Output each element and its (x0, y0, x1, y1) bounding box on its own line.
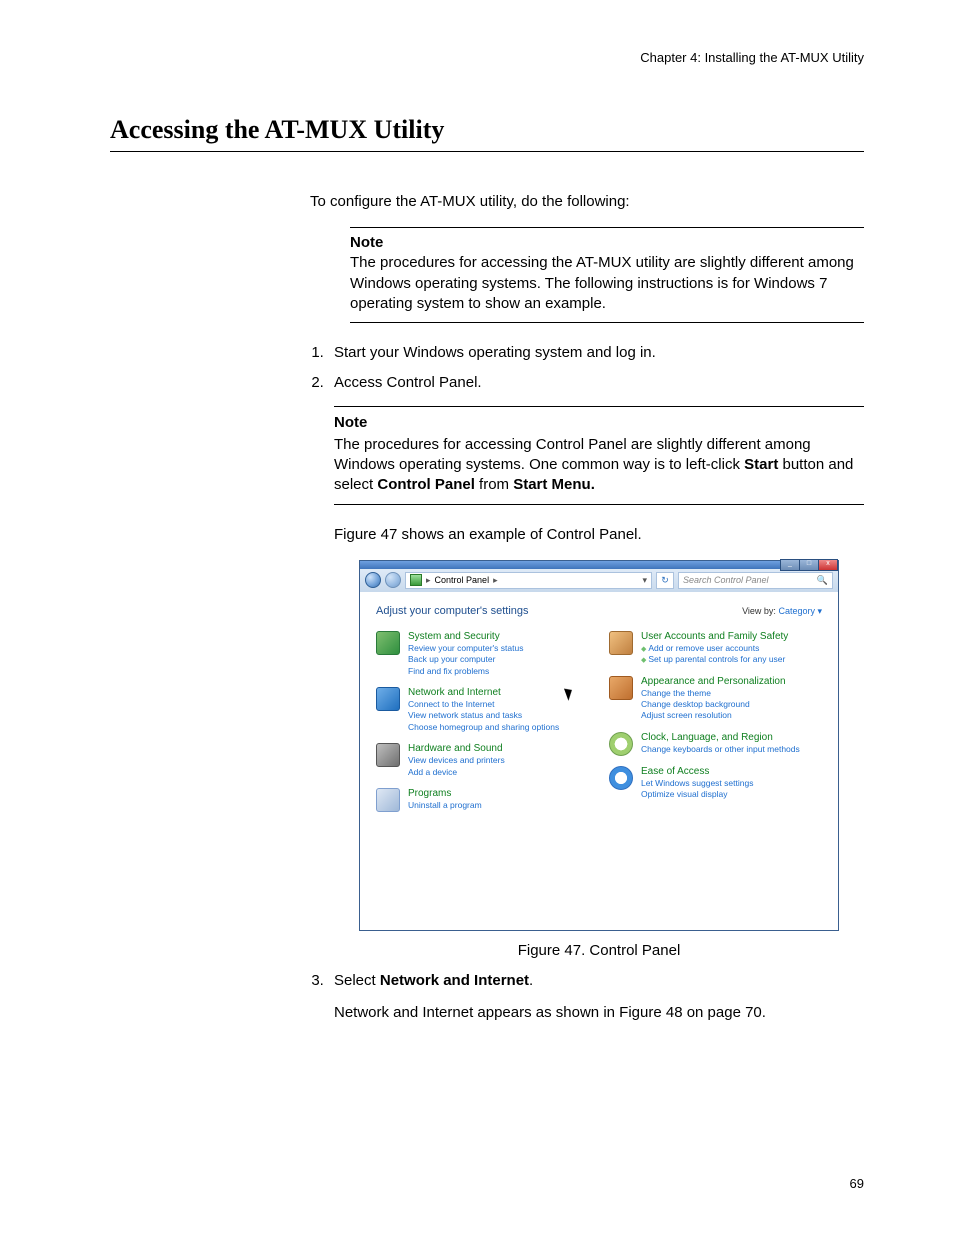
category-system-security[interactable]: System and Security Review your computer… (376, 631, 589, 677)
address-bar[interactable]: ▸ Control Panel ▸ ▾ (405, 572, 652, 589)
close-button[interactable]: x (818, 559, 838, 571)
maximize-button[interactable]: □ (799, 559, 819, 571)
step-2: Access Control Panel. Note The procedure… (328, 373, 864, 961)
step-3: Select Network and Internet. Network and… (328, 971, 864, 1024)
breadcrumb-arrow-icon: ▸ (493, 574, 498, 586)
ease-of-access-icon (609, 766, 633, 790)
intro-paragraph: To configure the AT-MUX utility, do the … (310, 192, 864, 212)
system-security-icon (376, 631, 400, 655)
category-user-accounts[interactable]: User Accounts and Family Safety Add or r… (609, 631, 822, 666)
breadcrumb-text[interactable]: Control Panel (435, 574, 490, 586)
category-programs[interactable]: Programs Uninstall a program (376, 788, 589, 812)
step-2-text: Access Control Panel. (334, 374, 482, 391)
figure-caption: Figure 47. Control Panel (334, 941, 864, 961)
category-appearance[interactable]: Appearance and Personalization Change th… (609, 676, 822, 722)
cursor-icon: Network and Internet (408, 687, 559, 699)
refresh-button[interactable]: ↻ (656, 572, 674, 589)
note-box-1: Note The procedures for accessing the AT… (350, 227, 864, 323)
note-label: Note (350, 234, 864, 251)
note-box-2: Note The procedures for accessing Contro… (334, 406, 864, 505)
page-number: 69 (850, 1176, 864, 1191)
category-ease-of-access[interactable]: Ease of Access Let Windows suggest setti… (609, 766, 822, 801)
note-body: The procedures for accessing Control Pan… (334, 435, 864, 496)
search-icon[interactable]: 🔍 (817, 574, 828, 586)
minimize-button[interactable]: _ (780, 559, 800, 571)
network-internet-icon (376, 687, 400, 711)
forward-button[interactable] (385, 572, 401, 588)
hardware-sound-icon (376, 743, 400, 767)
address-dropdown-icon[interactable]: ▾ (642, 574, 647, 586)
categories-right-column: User Accounts and Family Safety Add or r… (609, 631, 822, 823)
steps-list: Start your Windows operating system and … (310, 343, 864, 1024)
clock-icon (609, 732, 633, 756)
user-accounts-icon (609, 631, 633, 655)
window-titlebar: _ □ x (360, 561, 838, 569)
back-button[interactable] (365, 572, 381, 588)
figure-intro: Figure 47 shows an example of Control Pa… (334, 525, 864, 545)
search-placeholder: Search Control Panel (683, 574, 769, 586)
breadcrumb-arrow-icon: ▸ (426, 574, 431, 586)
section-title: Accessing the AT-MUX Utility (110, 115, 864, 152)
search-input[interactable]: Search Control Panel 🔍 (678, 572, 833, 589)
appearance-icon (609, 676, 633, 700)
control-panel-window: _ □ x ▸ Control Panel (359, 560, 839, 931)
control-panel-icon (410, 574, 422, 586)
address-row: ▸ Control Panel ▸ ▾ ↻ Search Control Pan… (360, 569, 838, 592)
view-by[interactable]: View by: Category ▾ (742, 605, 822, 617)
note-body: The procedures for accessing the AT-MUX … (350, 253, 864, 314)
note-label: Note (334, 413, 864, 433)
step-1: Start your Windows operating system and … (328, 343, 864, 363)
category-clock-language[interactable]: Clock, Language, and Region Change keybo… (609, 732, 822, 756)
categories-left-column: System and Security Review your computer… (376, 631, 589, 823)
category-network-internet[interactable]: Network and Internet Connect to the Inte… (376, 687, 589, 733)
category-hardware-sound[interactable]: Hardware and Sound View devices and prin… (376, 743, 589, 778)
chapter-header: Chapter 4: Installing the AT-MUX Utility (110, 50, 864, 65)
adjust-settings-heading: Adjust your computer's settings (376, 604, 529, 619)
programs-icon (376, 788, 400, 812)
step-3-result: Network and Internet appears as shown in… (334, 1003, 864, 1023)
